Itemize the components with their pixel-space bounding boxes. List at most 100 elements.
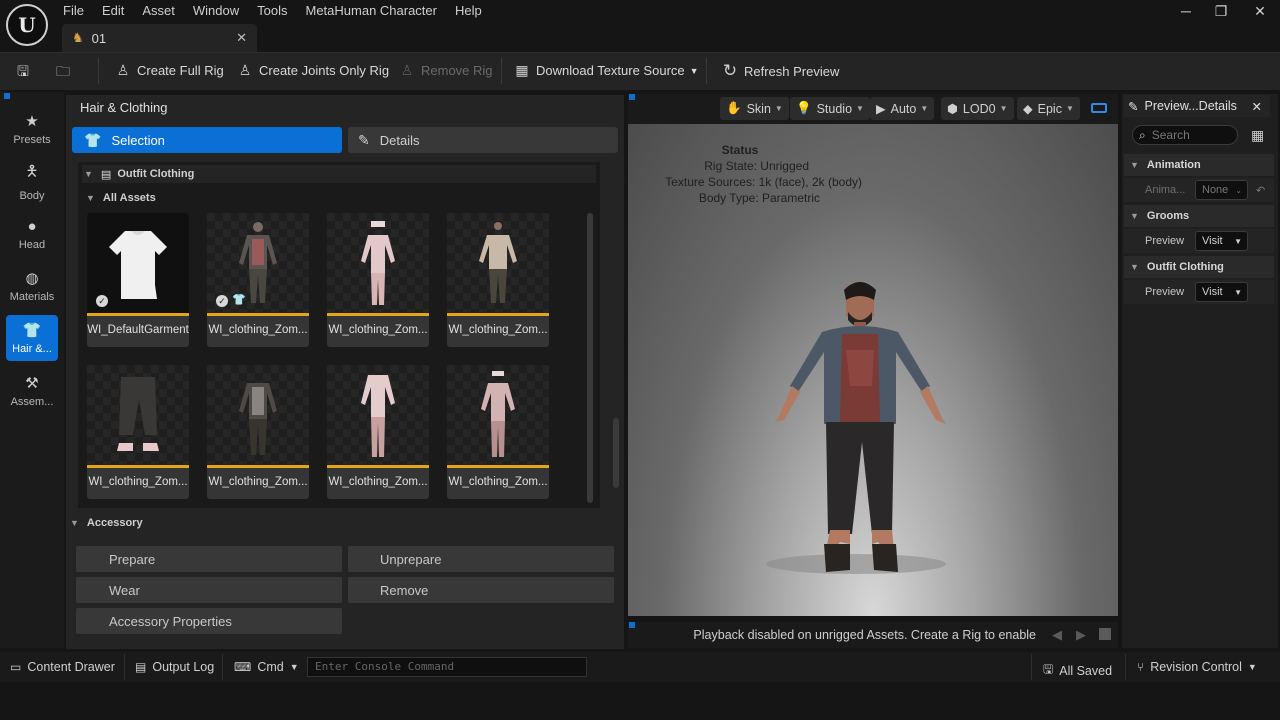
star-icon: ★ bbox=[25, 113, 39, 130]
sidebar-item-assembly[interactable]: ⚒ Assem... bbox=[6, 368, 58, 414]
outfit-preview-combo[interactable]: Visit ▼ bbox=[1195, 282, 1248, 302]
output-log-label: Output Log bbox=[152, 660, 215, 674]
asset-tile[interactable]: WI_clothing_Zom... bbox=[207, 365, 309, 499]
preview-details-tab[interactable]: ✎ Preview...Details ✕ bbox=[1124, 95, 1270, 117]
restore-icon[interactable]: ❐ bbox=[1211, 3, 1231, 19]
remove-rig-icon: ♙ bbox=[400, 62, 414, 78]
grooms-preview-combo[interactable]: Visit ▼ bbox=[1195, 231, 1248, 251]
menu-help[interactable]: Help bbox=[446, 3, 491, 19]
animation-combo[interactable]: None ⌄ bbox=[1195, 180, 1248, 200]
search-placeholder: Search bbox=[1151, 128, 1190, 142]
create-full-rig-button[interactable]: ♙ Create Full Rig bbox=[114, 62, 224, 79]
asset-tile[interactable]: WI_clothing_Zom... bbox=[327, 213, 429, 347]
studio-lighting-dropdown[interactable]: 💡 Studio ▼ bbox=[790, 97, 870, 120]
prepare-button[interactable]: Prepare bbox=[76, 546, 342, 572]
download-texture-source-dropdown[interactable]: ▦ Download Texture Source ▼ bbox=[513, 62, 698, 79]
metahuman-editor-window: U File Edit Asset Window Tools MetaHuman… bbox=[0, 0, 1280, 720]
create-full-rig-label: Create Full Rig bbox=[137, 63, 224, 78]
outfit-clothing-category[interactable]: ▼ Outfit Clothing bbox=[1124, 256, 1274, 278]
sidebar-item-presets[interactable]: ★ Presets bbox=[6, 106, 58, 152]
asset-tile[interactable]: WI_clothing_Zom... bbox=[87, 365, 189, 499]
asset-list-scrollbar[interactable] bbox=[587, 213, 593, 503]
accessory-section-header[interactable]: ▼ Accessory bbox=[66, 512, 624, 534]
unreal-logo-icon[interactable]: U bbox=[6, 4, 48, 46]
checkmark-icon: ✓ bbox=[216, 295, 228, 307]
zombie-outfit-thumbnail bbox=[361, 221, 395, 305]
all-saved-button[interactable]: 🖫 All Saved bbox=[1043, 660, 1112, 681]
revision-control-dropdown[interactable]: ⑂ Revision Control ▼ bbox=[1137, 660, 1257, 674]
create-joints-only-rig-button[interactable]: ♙ Create Joints Only Rig bbox=[236, 62, 389, 79]
unprepare-button[interactable]: Unprepare bbox=[348, 546, 614, 572]
animation-value: None bbox=[1202, 184, 1229, 196]
wear-button[interactable]: Wear bbox=[76, 577, 342, 603]
save-button[interactable]: 🖫 bbox=[14, 61, 37, 85]
menu-asset[interactable]: Asset bbox=[133, 3, 184, 19]
stop-icon[interactable] bbox=[1099, 628, 1111, 640]
asset-tile[interactable]: WI_clothing_Zom... bbox=[447, 365, 549, 499]
search-icon: ⌕ bbox=[1139, 127, 1146, 142]
selection-tab[interactable]: 👕 Selection bbox=[72, 127, 342, 153]
close-tab-icon[interactable]: ✕ bbox=[236, 30, 247, 46]
saved-icon: 🖫 bbox=[1043, 662, 1054, 676]
viewport-options-icon[interactable] bbox=[1091, 103, 1107, 113]
chevron-down-icon: ▼ bbox=[1234, 236, 1242, 246]
asset-tile[interactable]: WI_clothing_Zom... bbox=[327, 365, 429, 499]
cmd-dropdown[interactable]: ⌨ Cmd ▼ bbox=[234, 660, 299, 674]
camera-dropdown[interactable]: ▶ Auto ▼ bbox=[870, 97, 935, 120]
play-backward-icon[interactable]: ◀ bbox=[1052, 627, 1062, 643]
details-search-input[interactable]: ⌕ Search bbox=[1132, 125, 1238, 145]
reset-icon[interactable]: ↶ bbox=[1256, 184, 1265, 197]
asset-tile[interactable]: WI_clothing_Zom... bbox=[447, 213, 549, 347]
console-command-input[interactable]: Enter Console Command bbox=[307, 657, 587, 677]
skin-dropdown[interactable]: ✋ Skin ▼ bbox=[720, 97, 789, 120]
sidebar-item-head[interactable]: ● Head bbox=[6, 211, 58, 257]
asset-label: WI_clothing_Zom... bbox=[208, 476, 308, 488]
menu-file[interactable]: File bbox=[54, 3, 93, 19]
asset-tile[interactable]: ✓ WI_DefaultGarment bbox=[87, 213, 189, 347]
details-tab[interactable]: ✎ Details bbox=[348, 127, 618, 153]
menu-metahuman-character[interactable]: MetaHuman Character bbox=[296, 3, 446, 19]
asset-type-bar bbox=[447, 313, 549, 316]
auto-label: Auto bbox=[890, 101, 917, 116]
sidebar-item-label: Body bbox=[19, 189, 45, 202]
remove-rig-button[interactable]: ♙ Remove Rig bbox=[398, 62, 493, 79]
diamond-icon: ◆ bbox=[1023, 102, 1033, 116]
menu-edit[interactable]: Edit bbox=[93, 3, 133, 19]
panel-scrollbar[interactable] bbox=[613, 418, 619, 488]
rig-state-text: Rig State: Unrigged bbox=[704, 159, 809, 173]
accessory-properties-button[interactable]: Accessory Properties bbox=[76, 608, 342, 634]
play-forward-icon[interactable]: ▶ bbox=[1076, 627, 1086, 643]
animation-category[interactable]: ▼ Animation bbox=[1124, 154, 1274, 176]
browse-button[interactable]: 🗀 bbox=[54, 61, 77, 85]
remove-button[interactable]: Remove bbox=[348, 577, 614, 603]
quality-dropdown[interactable]: ◆ Epic ▼ bbox=[1017, 97, 1080, 120]
terminal-icon: ⌨ bbox=[234, 660, 252, 674]
lod-dropdown[interactable]: ⬢ LOD0 ▼ bbox=[941, 97, 1014, 120]
grooms-category[interactable]: ▼ Grooms bbox=[1124, 205, 1274, 227]
outfit-clothing-section-header[interactable]: ▼ ▤ Outfit Clothing bbox=[82, 165, 596, 183]
refresh-preview-button[interactable]: ↻ Refresh Preview bbox=[721, 61, 840, 81]
output-log-button[interactable]: ▤ Output Log bbox=[135, 660, 214, 674]
all-assets-section-header[interactable]: ▼ All Assets bbox=[82, 190, 596, 206]
output-log-icon: ▤ bbox=[135, 660, 147, 674]
minimize-icon[interactable]: ─ bbox=[1176, 3, 1196, 19]
accessory-label: Accessory bbox=[86, 517, 143, 529]
sidebar-item-materials[interactable]: ◍ Materials bbox=[6, 263, 58, 309]
view-options-grid-icon[interactable]: ▦ bbox=[1251, 127, 1264, 144]
asset-label: WI_clothing_Zom... bbox=[448, 324, 548, 336]
content-drawer-button[interactable]: ▭ Content Drawer bbox=[10, 660, 115, 674]
asset-label: WI_clothing_Zom... bbox=[448, 476, 548, 488]
asset-tile[interactable]: ✓ 👕 WI_clothing_Zom... bbox=[207, 213, 309, 347]
menu-tools[interactable]: Tools bbox=[248, 3, 296, 19]
sidebar-item-hair-clothing[interactable]: 👕 Hair &... bbox=[6, 315, 58, 361]
close-window-icon[interactable]: ✕ bbox=[1250, 3, 1270, 19]
sidebar-item-body[interactable]: 🯅 Body bbox=[6, 158, 58, 204]
animation-label: Animation bbox=[1146, 159, 1201, 171]
asset-type-bar bbox=[207, 313, 309, 316]
sidebar-item-label: Head bbox=[18, 238, 46, 251]
create-joints-only-rig-label: Create Joints Only Rig bbox=[259, 63, 390, 78]
statusbar-divider bbox=[222, 654, 223, 680]
document-tab[interactable]: ♞ 01 ✕ bbox=[62, 24, 257, 52]
close-panel-icon[interactable]: ✕ bbox=[1252, 99, 1262, 114]
menu-window[interactable]: Window bbox=[184, 3, 248, 19]
